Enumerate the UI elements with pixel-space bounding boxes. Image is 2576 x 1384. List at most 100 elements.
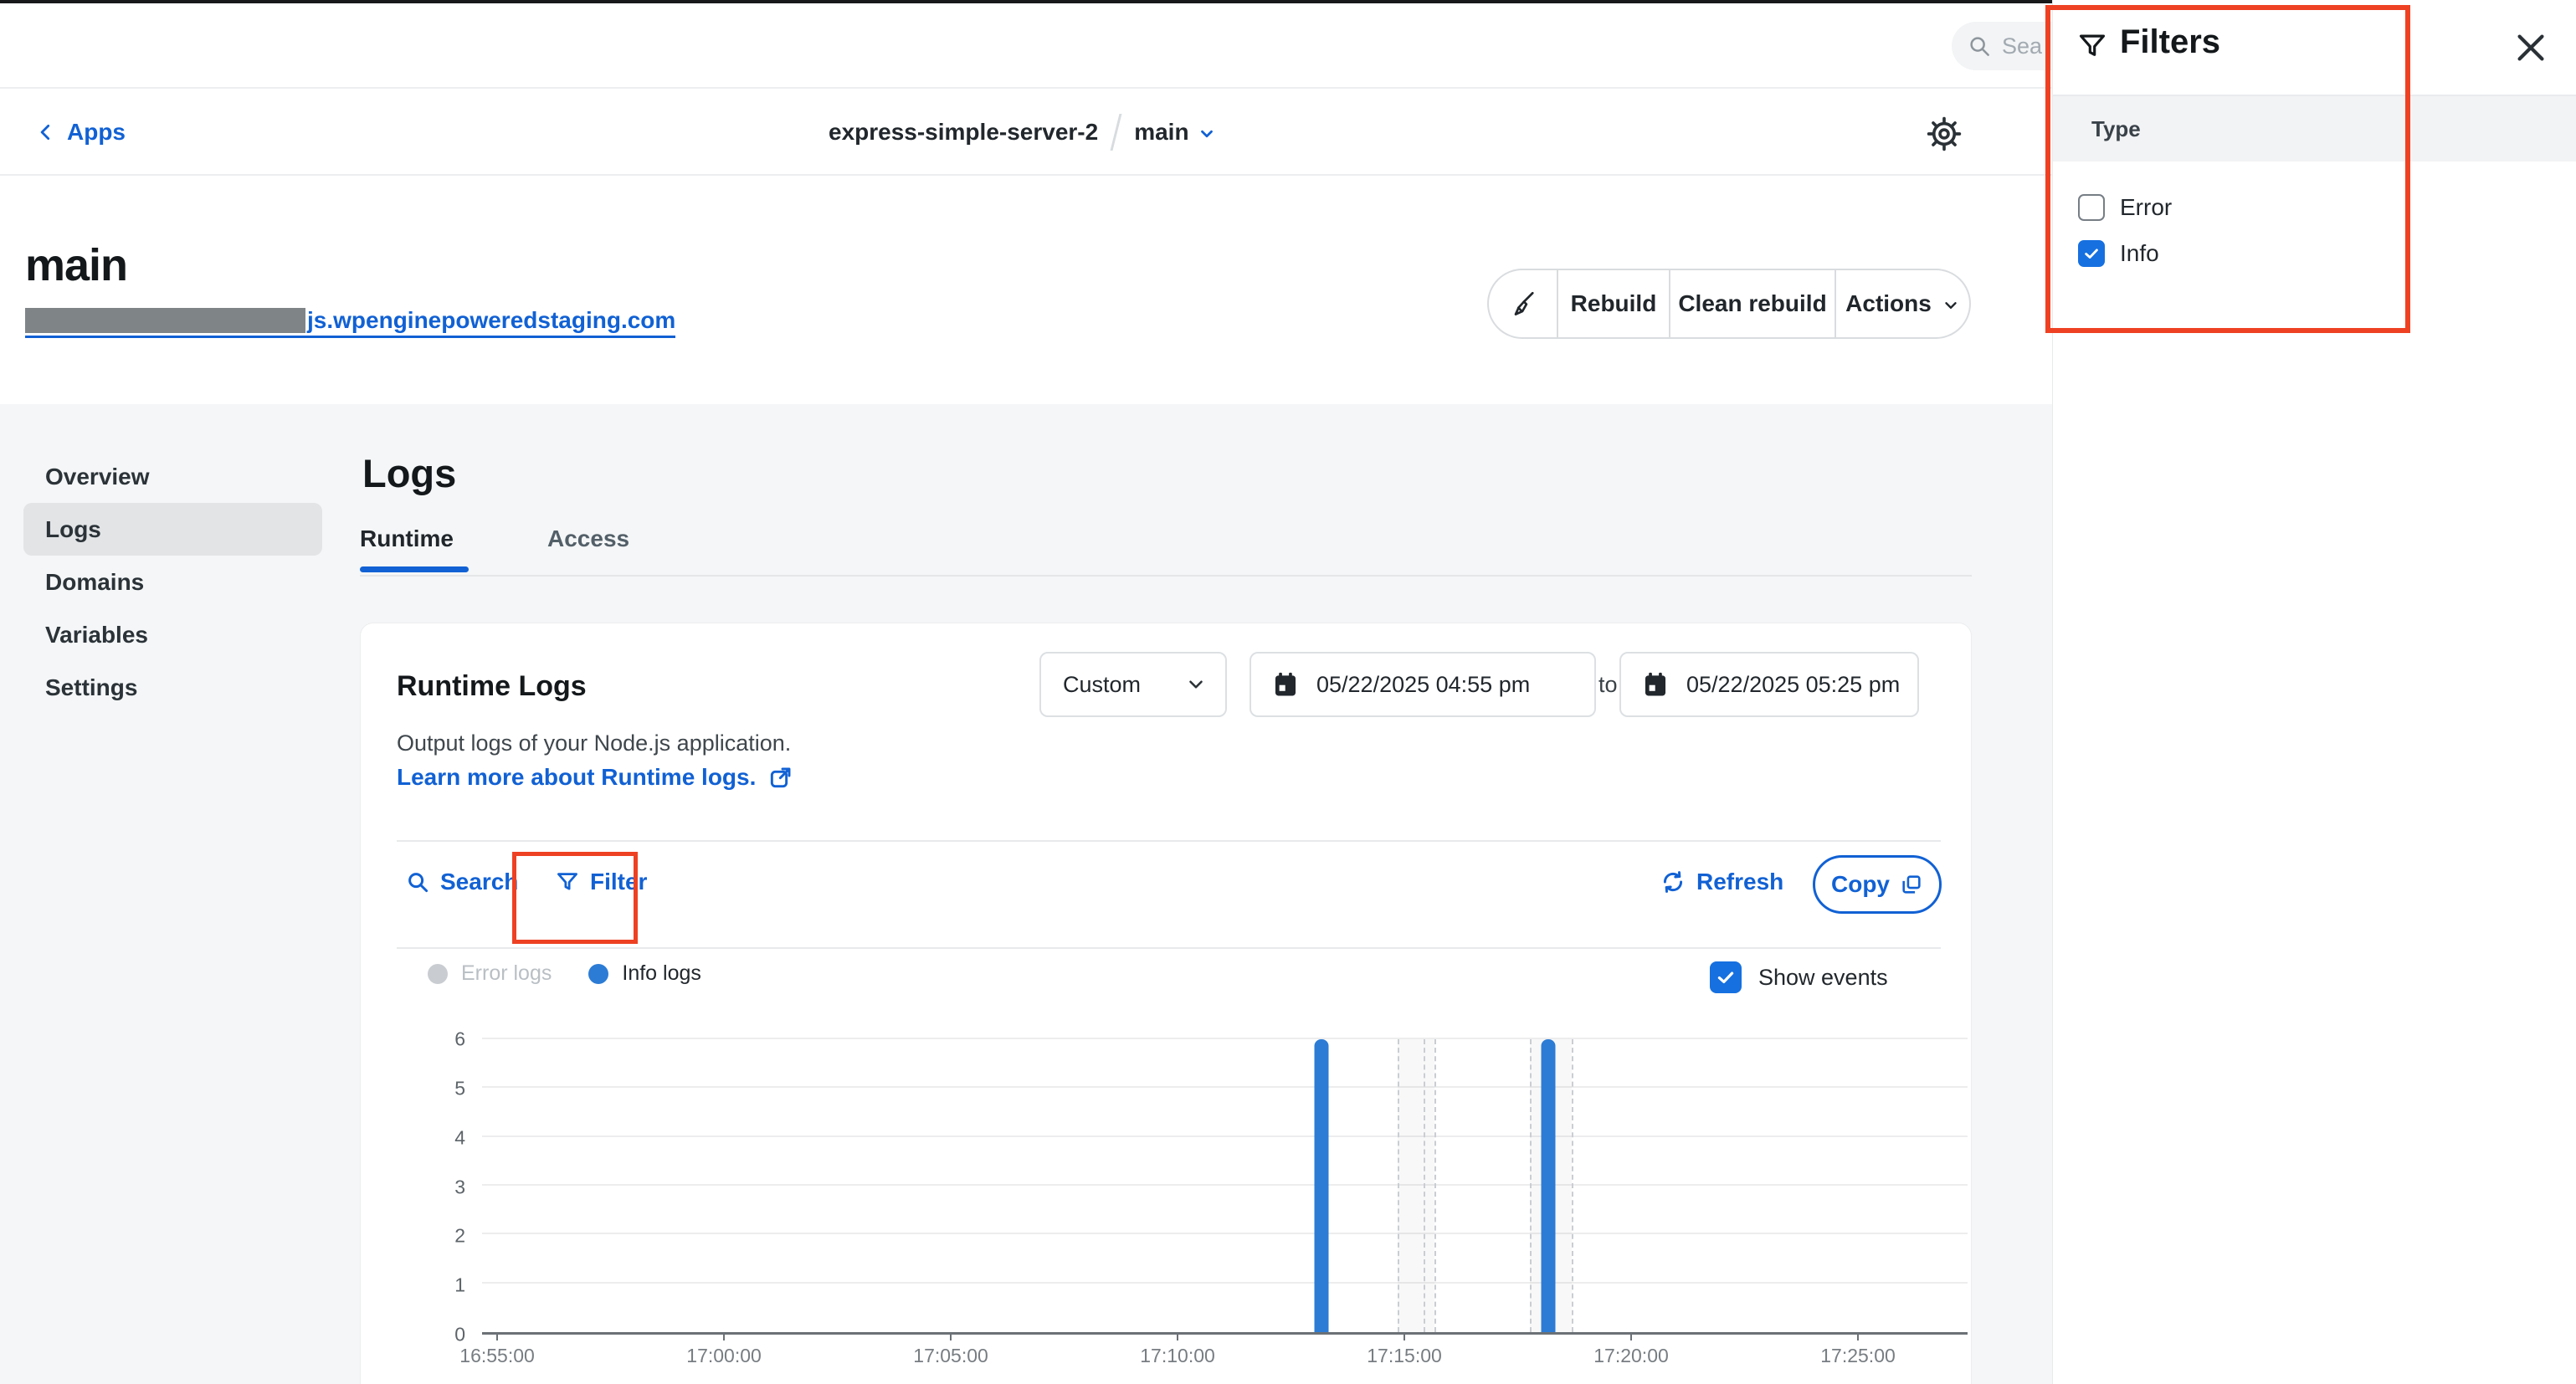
x-tick-mark [1630, 1332, 1632, 1340]
filter-option-error[interactable]: Error [2078, 194, 2172, 221]
environment-url-text: js.wpenginepoweredstaging.com [307, 308, 675, 333]
actions-menu-label: Actions [1845, 290, 1932, 317]
x-tick-label: 17:25:00 [1820, 1345, 1896, 1367]
log-filter-button[interactable]: Filter [555, 869, 647, 895]
filter-option-info[interactable]: Info [2078, 240, 2159, 267]
clean-rebuild-button[interactable]: Clean rebuild [1669, 270, 1835, 337]
check-icon [2082, 244, 2101, 263]
legend-error-logs[interactable]: Error logs [428, 961, 552, 986]
chart-y-axis: 0123456 [407, 1039, 474, 1335]
chart-legend: Error logs Info logs [428, 961, 701, 986]
x-tick-label: 16:55:00 [459, 1345, 535, 1367]
x-tick-label: 17:10:00 [1140, 1345, 1215, 1367]
tabs-divider [360, 575, 1972, 577]
breadcrumb: express-simple-server-2 main [829, 90, 1216, 174]
search-icon [405, 869, 430, 894]
breadcrumb-separator [1111, 114, 1122, 151]
copy-button-label: Copy [1831, 871, 1890, 898]
tab-access[interactable]: Access [532, 525, 644, 571]
sidebar-item-logs[interactable]: Logs [23, 503, 322, 556]
sidebar-item-label: Domains [45, 569, 144, 596]
settings-gear-button[interactable] [1925, 115, 1963, 153]
x-tick-label: 17:20:00 [1593, 1345, 1669, 1367]
redacted-url-prefix [25, 308, 305, 333]
sidebar-item-label: Logs [45, 516, 101, 543]
log-search-button[interactable]: Search [405, 869, 518, 895]
broom-icon [1508, 289, 1538, 319]
sidebar-nav: Overview Logs Domains Variables Settings [23, 450, 322, 714]
legend-dot [428, 964, 448, 984]
chevron-left-icon [35, 121, 57, 143]
y-tick-label: 0 [454, 1325, 465, 1345]
branch-name: main [1134, 119, 1188, 146]
error-checkbox[interactable] [2078, 194, 2105, 221]
legend-label: Info logs [622, 961, 701, 986]
x-tick-label: 17:05:00 [913, 1345, 988, 1367]
toolbar-bottom-divider [397, 947, 1941, 949]
back-to-apps-link[interactable]: Apps [35, 90, 126, 174]
search-button-label: Search [440, 869, 518, 895]
gridline [482, 1233, 1968, 1234]
x-tick-mark [1857, 1332, 1859, 1340]
legend-dot [588, 964, 608, 984]
sidebar-item-label: Variables [45, 622, 148, 648]
date-range-to-label: to [1598, 672, 1618, 698]
funnel-icon [555, 869, 580, 894]
rebuild-button[interactable]: Rebuild [1557, 270, 1669, 337]
date-to-value: 05/22/2025 05:25 pm [1686, 672, 1900, 698]
filters-panel-title: Filters [2120, 23, 2220, 61]
filters-panel-header: Filters [2053, 0, 2576, 96]
filter-option-label: Info [2120, 240, 2159, 267]
breadcrumb-app-name: express-simple-server-2 [829, 119, 1098, 146]
gear-icon [1925, 115, 1963, 153]
tab-runtime[interactable]: Runtime [360, 525, 469, 571]
show-events-toggle[interactable]: Show events [1710, 961, 1888, 993]
filter-section-type: Type [2053, 96, 2576, 161]
actions-menu-button[interactable]: Actions [1835, 270, 1969, 337]
event-line [1572, 1039, 1573, 1332]
legend-info-logs[interactable]: Info logs [588, 961, 701, 986]
learn-more-link[interactable]: Learn more about Runtime logs. [397, 764, 794, 791]
chevron-down-icon [1198, 125, 1216, 143]
page-title: Logs [362, 450, 456, 496]
runtime-logs-chart [482, 1039, 1968, 1335]
filter-section-label: Type [2091, 116, 2141, 142]
x-tick-label: 17:15:00 [1367, 1345, 1442, 1367]
copy-button[interactable]: Copy [1813, 855, 1942, 914]
info-checkbox[interactable] [2078, 240, 2105, 267]
show-events-label: Show events [1758, 965, 1888, 991]
y-tick-label: 4 [454, 1128, 465, 1147]
sidebar-item-variables[interactable]: Variables [23, 608, 322, 661]
gridline [482, 1184, 1968, 1186]
legend-label: Error logs [461, 961, 552, 986]
runtime-logs-card: Runtime Logs Custom 05/22/2025 04:55 pm … [360, 623, 1972, 1384]
date-from-input[interactable]: 05/22/2025 04:55 pm [1250, 652, 1596, 717]
filters-panel: Filters Type Error Info [2052, 0, 2576, 1384]
time-range-select[interactable]: Custom [1039, 652, 1227, 717]
clean-cache-button[interactable] [1489, 270, 1557, 337]
refresh-button[interactable]: Refresh [1660, 869, 1783, 895]
sidebar-item-label: Overview [45, 464, 150, 490]
close-panel-button[interactable] [2512, 28, 2550, 67]
sidebar-item-domains[interactable]: Domains [23, 556, 322, 608]
x-tick-label: 17:00:00 [686, 1345, 762, 1367]
gridline [482, 1135, 1968, 1137]
x-tick-mark [1177, 1332, 1178, 1340]
y-tick-label: 1 [454, 1276, 465, 1295]
environment-url-link[interactable]: js.wpenginepoweredstaging.com [25, 308, 675, 338]
branch-selector[interactable]: main [1134, 119, 1215, 146]
tab-label: Access [547, 525, 629, 551]
time-range-value: Custom [1063, 672, 1141, 698]
x-tick-mark [1403, 1332, 1405, 1340]
date-to-input[interactable]: 05/22/2025 05:25 pm [1619, 652, 1919, 717]
card-description: Output logs of your Node.js application. [397, 730, 791, 756]
sidebar-item-settings[interactable]: Settings [23, 661, 322, 714]
chevron-down-icon [1185, 674, 1207, 695]
x-tick-mark [950, 1332, 952, 1340]
chart-x-axis: 16:55:0017:00:0017:05:0017:10:0017:15:00… [482, 1345, 1968, 1370]
show-events-checkbox[interactable] [1710, 961, 1742, 993]
environment-actions-group: Rebuild Clean rebuild Actions [1487, 269, 1971, 339]
event-line [1434, 1039, 1436, 1332]
sidebar-item-overview[interactable]: Overview [23, 450, 322, 503]
y-tick-label: 2 [454, 1227, 465, 1246]
